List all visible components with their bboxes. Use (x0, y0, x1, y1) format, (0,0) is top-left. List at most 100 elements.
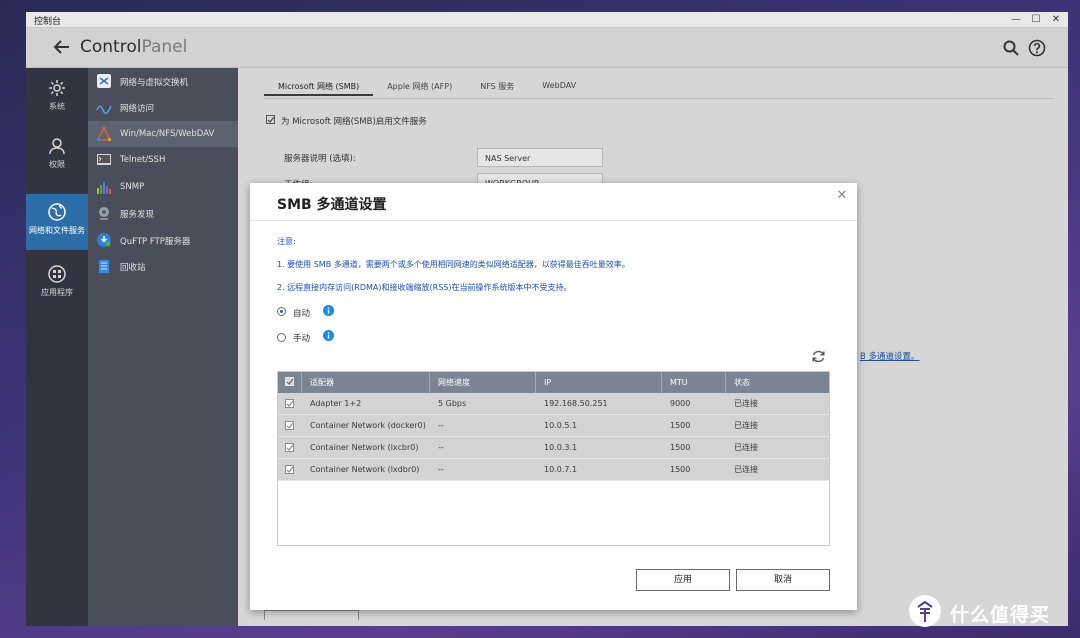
cell-status: 已连接 (734, 465, 758, 474)
header-select-all[interactable] (278, 372, 302, 393)
row-checkbox[interactable] (285, 421, 294, 430)
subnav-label: 回收站 (120, 263, 146, 273)
subnav-item-recycle-bin[interactable]: 回收站 (88, 253, 238, 279)
cell-speed: -- (438, 465, 444, 474)
radio-auto-label: 自动 (293, 309, 311, 319)
cancel-button[interactable]: 取消 (736, 569, 830, 591)
cell-status: 已连接 (734, 399, 758, 408)
cell-speed: -- (438, 443, 444, 452)
ftp-icon (97, 233, 111, 247)
row-checkbox[interactable] (285, 465, 294, 474)
server-desc-label: 服务器说明 (选填): (284, 154, 356, 164)
tab-nfs[interactable]: NFS 服务 (466, 80, 528, 96)
cell-adapter: Adapter 1+2 (310, 399, 362, 408)
info-icon[interactable] (323, 305, 334, 316)
enable-smb-checkbox[interactable] (266, 115, 275, 124)
background-button[interactable] (264, 610, 359, 620)
cell-mtu: 9000 (670, 399, 691, 408)
minimize-button[interactable]: — (1010, 12, 1022, 28)
refresh-icon[interactable] (811, 349, 826, 364)
leftnav-label-apps: 应用程序 (41, 288, 73, 297)
subnav-label: 服务发现 (120, 210, 155, 220)
tab-bar: Microsoft 网络 (SMB) Apple 网络 (AFP) NFS 服务… (264, 80, 590, 96)
tab-divider (264, 98, 1054, 99)
cell-ip: 10.0.3.1 (544, 443, 578, 452)
subnav-label: QuFTP FTP服务器 (120, 237, 191, 247)
window-controls: — ☐ ✕ (1010, 12, 1062, 28)
cell-ip: 10.0.5.1 (544, 421, 578, 430)
window-titlebar: 控制台 — ☐ ✕ (26, 12, 1068, 28)
subnav-item-snmp[interactable]: SNMP (88, 174, 238, 200)
help-icon[interactable] (1028, 39, 1046, 57)
leftnav-item-network-file-services[interactable]: 网络和文件服务 (26, 194, 88, 250)
subnav-item-win-mac-nfs-webdav[interactable]: Win/Mac/NFS/WebDAV (88, 121, 238, 147)
row-checkbox[interactable] (285, 443, 294, 452)
snmp-icon (97, 182, 111, 194)
info-icon[interactable] (323, 330, 334, 341)
close-icon[interactable]: ✕ (835, 188, 849, 203)
terminal-icon (97, 154, 111, 165)
subnav-item-network-access[interactable]: 网络访问 (88, 94, 238, 120)
tab-smb[interactable]: Microsoft 网络 (SMB) (264, 80, 374, 96)
tab-afp[interactable]: Apple 网络 (AFP) (373, 80, 466, 96)
cell-mtu: 1500 (670, 465, 691, 474)
cell-speed: 5 Gbps (438, 399, 467, 408)
table-row[interactable]: Container Network (lxdbr0) -- 10.0.7.1 1… (278, 459, 829, 481)
maximize-button[interactable]: ☐ (1030, 12, 1042, 28)
app-title: ControlPanel (80, 37, 187, 57)
file-share-icon (96, 126, 112, 141)
search-icon[interactable] (1002, 39, 1020, 57)
multichannel-settings-link[interactable]: B 多通道设置。 (860, 350, 920, 362)
dialog-title: SMB 多通道设置 (277, 197, 387, 213)
radio-manual[interactable] (277, 333, 286, 342)
subnav-label: Win/Mac/NFS/WebDAV (120, 129, 215, 139)
col-speed[interactable]: 网络速度 (430, 372, 536, 393)
col-status[interactable]: 状态 (726, 372, 829, 393)
subnav-item-network-switch[interactable]: 网络与虚拟交换机 (88, 68, 238, 94)
note-line-2: 2. 远程直接内存访问(RDMA)和接收端缩放(RSS)在当前操作系统版本中不受… (277, 283, 572, 292)
dialog-divider (250, 220, 857, 221)
col-adapter[interactable]: 适配器 (302, 372, 430, 393)
cell-status: 已连接 (734, 421, 758, 430)
apply-button[interactable]: 应用 (636, 569, 730, 591)
sub-navigation: 网络与虚拟交换机 网络访问 Win/Mac/NFS/WebDAV Telnet/… (88, 68, 238, 626)
radio-manual-label: 手动 (293, 334, 311, 344)
cell-adapter: Container Network (lxcbr0) (310, 443, 419, 452)
leftnav-item-system[interactable]: 系统 (26, 78, 88, 118)
subnav-item-quftp[interactable]: QuFTP FTP服务器 (88, 227, 238, 253)
leftnav-label-permissions: 权限 (49, 160, 65, 169)
table-row[interactable]: Container Network (lxcbr0) -- 10.0.3.1 1… (278, 437, 829, 459)
col-mtu[interactable]: MTU (662, 372, 726, 393)
table-row[interactable]: Container Network (docker0) -- 10.0.5.1 … (278, 415, 829, 437)
subnav-item-telnet-ssh[interactable]: Telnet/SSH (88, 147, 238, 173)
cell-adapter: Container Network (docker0) (310, 421, 426, 430)
discovery-icon (99, 207, 109, 220)
recycle-bin-icon (99, 260, 109, 273)
subnav-label: 网络与虚拟交换机 (120, 78, 189, 88)
leftnav-item-permissions[interactable]: 权限 (26, 136, 88, 176)
cell-ip: 10.0.7.1 (544, 465, 578, 474)
radio-auto[interactable] (277, 307, 286, 316)
network-access-icon (96, 105, 112, 115)
globe-icon (48, 203, 66, 221)
table-row[interactable]: Adapter 1+2 5 Gbps 192.168.50.251 9000 已… (278, 393, 829, 415)
cell-status: 已连接 (734, 443, 758, 452)
cell-adapter: Container Network (lxdbr0) (310, 465, 420, 474)
adapter-table: 适配器 网络速度 IP MTU 状态 Adapter 1+2 5 Gbps 19… (277, 371, 830, 546)
tab-webdav[interactable]: WebDAV (528, 80, 590, 96)
note-line-1: 1. 要使用 SMB 多通道，需要两个或多个使用相同网速的类似网络适配器，以获得… (277, 260, 630, 269)
col-ip[interactable]: IP (536, 372, 662, 393)
back-arrow-icon[interactable] (52, 37, 72, 57)
gear-icon (49, 80, 65, 96)
cell-speed: -- (438, 421, 444, 430)
app-title-light: Panel (141, 37, 188, 57)
window-title: 控制台 (34, 17, 62, 27)
leftnav-item-apps[interactable]: 应用程序 (26, 264, 88, 304)
select-all-checkbox[interactable] (285, 377, 294, 386)
close-window-button[interactable]: ✕ (1050, 12, 1062, 28)
server-desc-input[interactable]: NAS Server (477, 148, 603, 167)
leftnav-label-system: 系统 (49, 102, 65, 111)
subnav-item-service-discovery[interactable]: 服务发现 (88, 200, 238, 226)
enable-smb-label: 为 Microsoft 网络(SMB)启用文件服务 (281, 117, 427, 127)
row-checkbox[interactable] (285, 399, 294, 408)
